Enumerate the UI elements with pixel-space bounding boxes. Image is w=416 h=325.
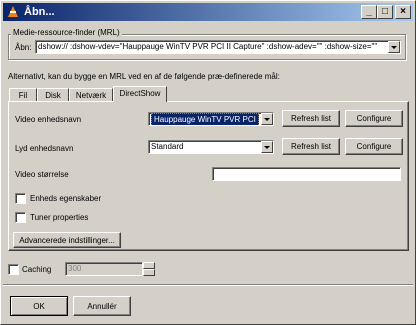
chevron-down-icon[interactable]	[261, 141, 273, 153]
audio-device-select[interactable]: Standard	[148, 140, 274, 154]
alternative-hint: Alternativt, kan du bygge en MRL ved en …	[8, 72, 280, 81]
video-device-label: Video enhedsnavn	[15, 115, 82, 124]
close-button[interactable]: ×	[395, 5, 411, 19]
tab-directshow[interactable]: DirectShow	[113, 86, 167, 102]
mrl-value: dshow:// :dshow-vdev="Hauppauge WinTV PV…	[38, 42, 378, 51]
spin-down-icon[interactable]	[143, 269, 155, 276]
video-refresh-button[interactable]: Refresh list	[282, 110, 340, 127]
cancel-button[interactable]: Annullér	[73, 296, 131, 316]
window-title: Åbn...	[24, 6, 55, 18]
audio-refresh-button[interactable]: Refresh list	[282, 138, 340, 155]
tuner-properties-label: Tuner properties	[30, 213, 89, 222]
chevron-down-icon[interactable]	[261, 113, 273, 125]
tab-disk[interactable]: Disk	[37, 88, 69, 102]
vlc-cone-icon	[6, 5, 20, 19]
video-configure-button[interactable]: Configure	[345, 110, 403, 127]
device-properties-label: Enheds egenskaber	[30, 194, 102, 203]
advanced-settings-button[interactable]: Advancerede indstillinger...	[13, 232, 121, 248]
audio-configure-button[interactable]: Configure	[345, 138, 403, 155]
video-size-label: Video størrelse	[15, 170, 69, 179]
tuner-properties-checkbox[interactable]	[15, 212, 26, 223]
chevron-down-icon[interactable]	[388, 41, 400, 53]
footer-separator	[3, 284, 413, 286]
audio-device-value: Standard	[151, 142, 184, 151]
video-device-value: Hauppauge WinTV PVR PCI	[151, 113, 259, 125]
mrl-group-label: Medie-ressource-finder (MRL)	[11, 28, 122, 37]
open-dialog: Åbn... _ □ × Medie-ressource-finder (MRL…	[0, 0, 416, 325]
maximize-button[interactable]: □	[377, 5, 393, 19]
caching-label: Caching	[22, 265, 52, 274]
spin-up-icon[interactable]	[143, 262, 155, 269]
caching-checkbox[interactable]	[8, 264, 19, 275]
audio-device-label: Lyd enhedsnavn	[15, 144, 74, 153]
video-size-input[interactable]	[212, 167, 401, 181]
device-properties-checkbox[interactable]	[15, 193, 26, 204]
tab-fil[interactable]: Fil	[9, 88, 37, 102]
title-bar[interactable]: Åbn... _ □ ×	[3, 3, 413, 21]
caching-input[interactable]: 300	[65, 262, 143, 276]
open-label: Åbn:	[15, 43, 32, 52]
tab-network[interactable]: Netværk	[69, 88, 113, 102]
caching-spinner[interactable]	[143, 262, 155, 277]
minimize-button[interactable]: _	[361, 5, 377, 19]
mrl-combobox[interactable]: dshow:// :dshow-vdev="Hauppauge WinTV PV…	[35, 40, 401, 54]
video-device-select[interactable]: Hauppauge WinTV PVR PCI	[148, 112, 274, 126]
ok-button[interactable]: OK	[10, 296, 68, 316]
